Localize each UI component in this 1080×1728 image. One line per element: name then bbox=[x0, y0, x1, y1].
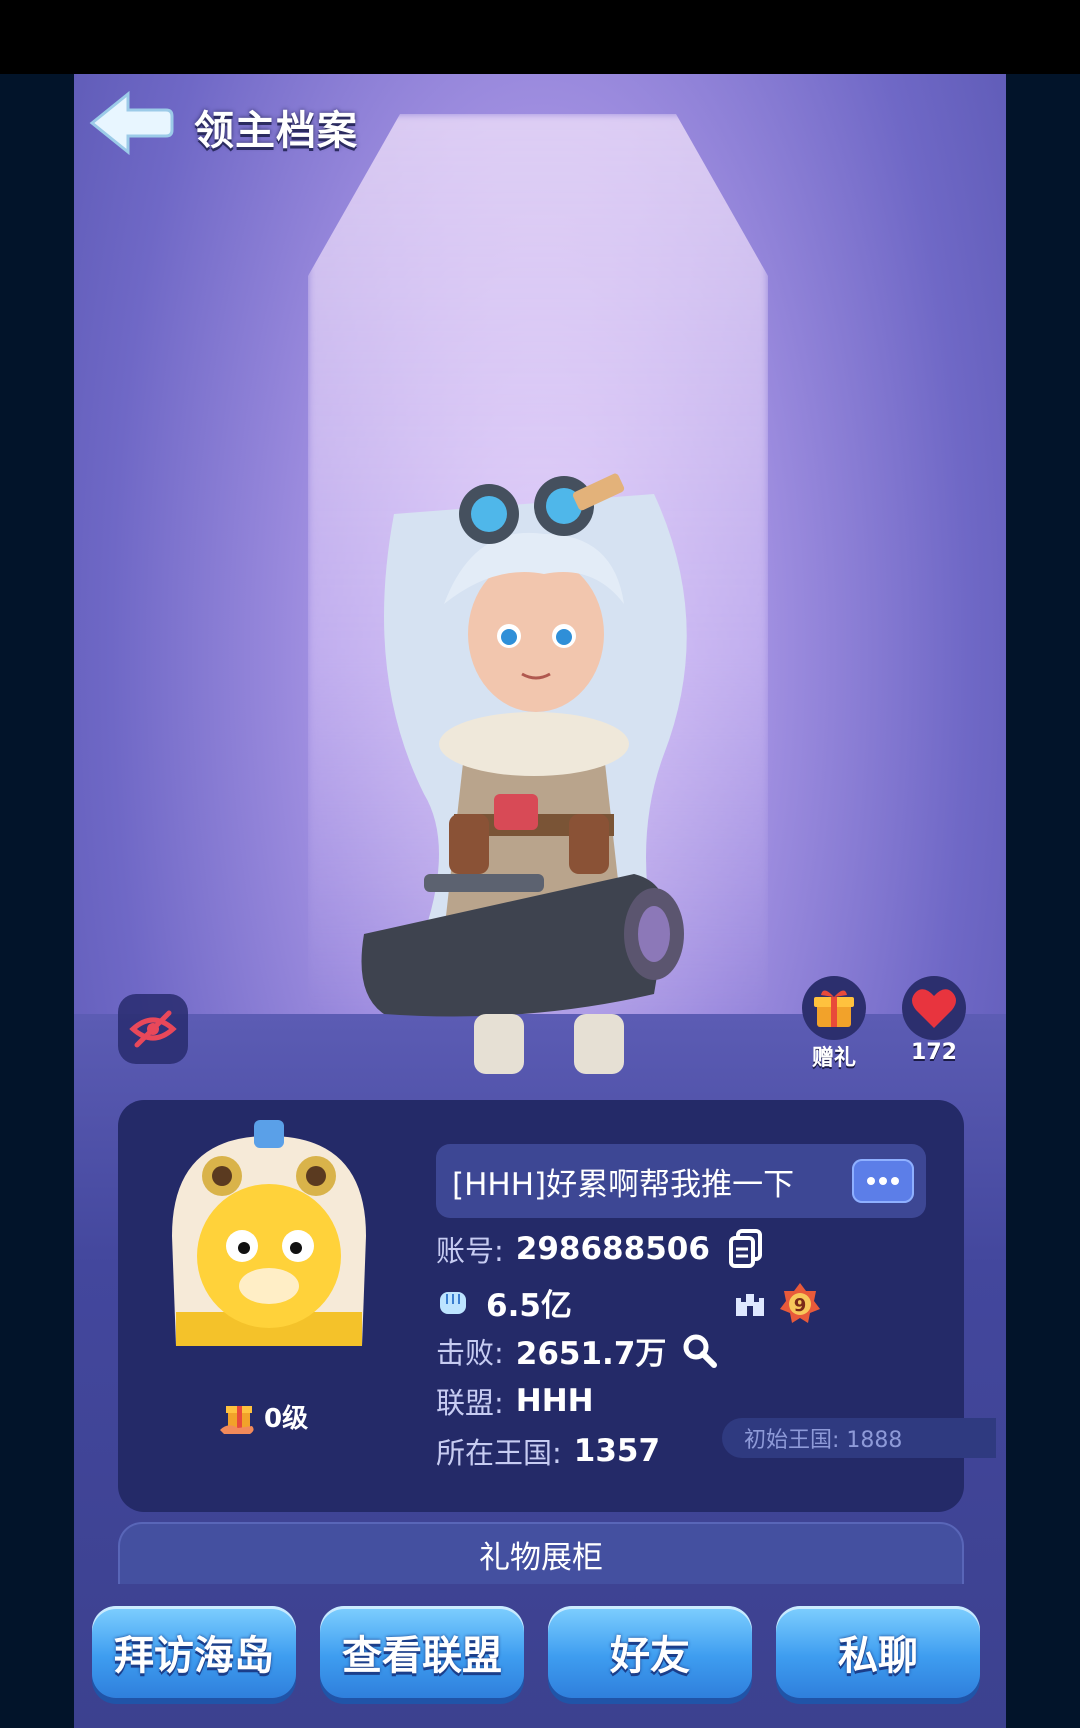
kingdom-row: 所在王国: 1357 bbox=[436, 1430, 660, 1472]
alliance-value: HHH bbox=[515, 1383, 594, 1419]
more-button[interactable] bbox=[852, 1159, 914, 1203]
back-arrow-icon bbox=[89, 90, 174, 156]
likes-count: 172 bbox=[911, 1040, 957, 1065]
gift-hand-icon bbox=[220, 1406, 254, 1434]
left-letterbox bbox=[0, 74, 74, 1728]
magnifier-icon[interactable] bbox=[682, 1333, 718, 1369]
power-row: 6.5亿 9 bbox=[436, 1280, 822, 1325]
gift-level: 0级 bbox=[218, 1396, 308, 1436]
heart-icon bbox=[912, 989, 956, 1028]
level-badge-icon: 9 bbox=[779, 1282, 820, 1323]
lord-character-model bbox=[361, 473, 687, 1074]
signature-text: [HHH]好累啊帮我推一下 bbox=[452, 1166, 795, 1203]
eye-off-icon bbox=[129, 1010, 177, 1048]
account-label: 账号: bbox=[436, 1234, 504, 1268]
origin-kingdom-badge: 初始王国: 1888 bbox=[722, 1418, 996, 1458]
signature-box: [HHH]好累啊帮我推一下 bbox=[436, 1144, 926, 1218]
castle-icon bbox=[735, 1293, 764, 1316]
send-gift-button[interactable] bbox=[802, 976, 866, 1040]
gift-showcase-tab[interactable]: 礼物展柜 bbox=[118, 1522, 964, 1584]
power-value: 6.5亿 bbox=[486, 1288, 572, 1324]
account-row: 账号: 298688506 bbox=[436, 1228, 764, 1270]
like-button[interactable] bbox=[902, 976, 966, 1040]
account-id: 298688506 bbox=[515, 1231, 710, 1267]
visit-island-button[interactable]: 拜访海岛 bbox=[92, 1606, 296, 1698]
profile-screen: 领主档案 赠礼 172 0级 [HHH]好累啊帮我推一下 账号: 2986885… bbox=[74, 74, 1006, 1728]
alliance-label: 联盟: bbox=[436, 1386, 504, 1420]
view-alliance-button[interactable]: 查看联盟 bbox=[320, 1606, 524, 1698]
back-button[interactable] bbox=[86, 88, 176, 158]
lion-dance-avatar bbox=[172, 1120, 366, 1346]
defeat-label: 击败: bbox=[436, 1335, 504, 1370]
kingdom-value: 1357 bbox=[573, 1433, 661, 1469]
gift-icon bbox=[814, 990, 854, 1027]
kingdom-label: 所在王国: bbox=[436, 1436, 562, 1470]
friend-button[interactable]: 好友 bbox=[548, 1606, 752, 1698]
castle-level: 9 bbox=[794, 1295, 807, 1316]
private-chat-button[interactable]: 私聊 bbox=[776, 1606, 980, 1698]
gift-label: 赠礼 bbox=[811, 1046, 856, 1071]
profile-info-card: 0级 [HHH]好累啊帮我推一下 账号: 298688506 6.5亿 9 击败… bbox=[118, 1100, 996, 1512]
defeat-value: 2651.7万 bbox=[515, 1336, 667, 1372]
more-icon bbox=[867, 1177, 899, 1185]
copy-icon[interactable] bbox=[728, 1229, 764, 1269]
alliance-row: 联盟: HHH bbox=[436, 1380, 594, 1422]
fist-icon bbox=[440, 1291, 466, 1314]
right-letterbox bbox=[1006, 74, 1080, 1728]
hide-model-button[interactable] bbox=[118, 994, 188, 1064]
gift-level-text: 0级 bbox=[264, 1403, 309, 1434]
page-title: 领主档案 bbox=[194, 108, 358, 154]
defeat-row: 击败: 2651.7万 bbox=[436, 1328, 718, 1373]
